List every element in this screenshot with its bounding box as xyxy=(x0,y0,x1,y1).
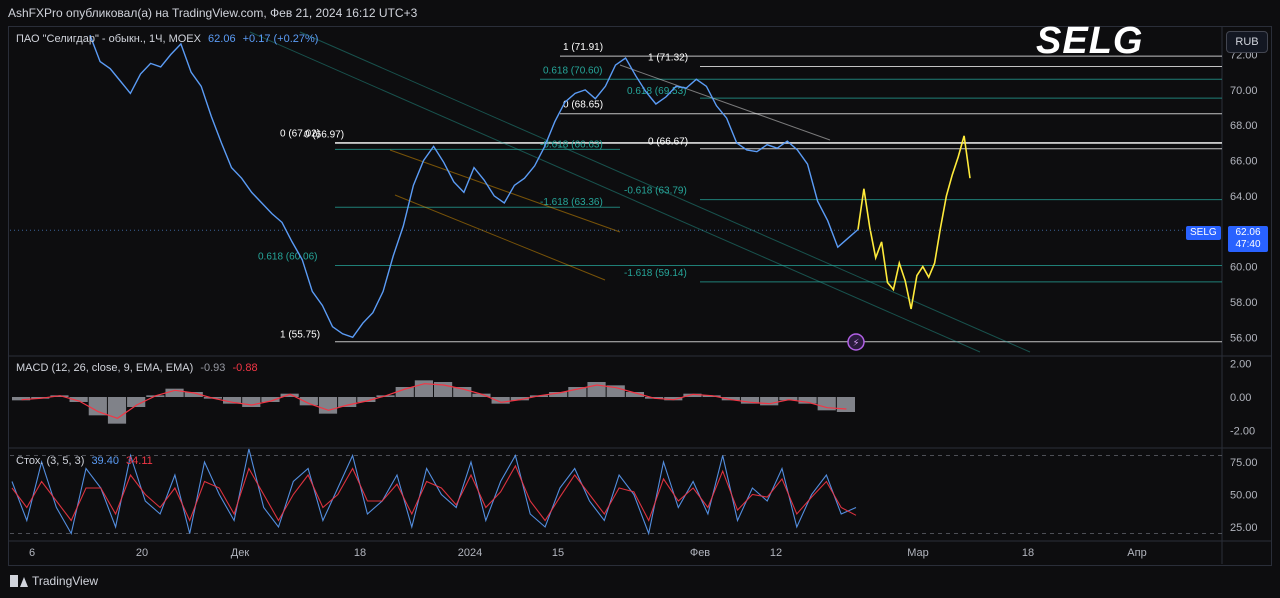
macd-histogram-bar xyxy=(107,397,127,424)
projection-line-series xyxy=(857,135,971,310)
time-axis-tick: 20 xyxy=(136,547,148,559)
last-price-tag: 62.06 47:40 xyxy=(1228,226,1268,252)
macd-legend[interactable]: MACD (12, 26, close, 9, EMA, EMA) -0.93 … xyxy=(16,362,262,374)
fib-level-label: 0.618 (69.53) xyxy=(627,86,687,97)
price-axis-tick: 58.00 xyxy=(1230,297,1258,309)
time-axis-tick: 12 xyxy=(770,547,782,559)
time-axis-tick: 6 xyxy=(29,547,35,559)
stoch-axis-tick: 25.00 xyxy=(1230,522,1258,534)
fib-level-label: 0 (68.65) xyxy=(563,100,603,111)
macd-histogram-bar xyxy=(587,382,606,397)
currency-button[interactable]: RUB xyxy=(1226,31,1268,53)
macd-axis-tick: 0.00 xyxy=(1230,392,1251,404)
macd-value: -0.93 xyxy=(200,362,226,374)
fib-level-label: 0 (66.67) xyxy=(648,137,688,148)
price-tag-countdown: 47:40 xyxy=(1235,239,1261,250)
time-axis-tick: 18 xyxy=(1022,547,1034,559)
stoch-d-line xyxy=(11,464,857,522)
macd-histogram-bar xyxy=(88,397,107,416)
chart-canvas[interactable]: 72.0070.0068.0066.0064.0062.0060.0058.00… xyxy=(0,0,1280,598)
fib-level-label: 0.618 (70.60) xyxy=(543,65,603,76)
price-axis-tick: 56.00 xyxy=(1230,332,1258,344)
stoch-axis-tick: 75.00 xyxy=(1230,457,1258,469)
footer-brand-label: TradingView xyxy=(32,574,99,588)
time-axis-tick: 2024 xyxy=(458,547,482,559)
time-axis-tick: 15 xyxy=(552,547,564,559)
time-axis-tick: Мар xyxy=(907,547,929,559)
macd-axis-tick: -2.00 xyxy=(1230,425,1255,437)
fib-level-label: -1.618 (59.14) xyxy=(624,268,687,279)
macd-histogram-bar xyxy=(414,380,433,397)
symbol-legend[interactable]: ПАО "Селигдар" - обыкн., 1Ч, MOEX 62.06 … xyxy=(16,33,322,45)
lightning-glyph: ⚡ xyxy=(852,338,859,349)
fib-level-label: 1 (71.32) xyxy=(648,53,688,64)
ticker-watermark: SELG xyxy=(1036,20,1144,62)
time-axis-tick: Дек xyxy=(231,547,250,559)
channel-line xyxy=(299,31,1031,353)
price-line-series xyxy=(89,34,859,339)
symbol-change: +0.17 (+0.27%) xyxy=(242,33,319,45)
tradingview-logo-icon xyxy=(10,575,28,587)
fib-level-label: 1 (55.75) xyxy=(280,330,320,341)
symbol-last-price: 62.06 xyxy=(208,33,236,45)
channel-line xyxy=(389,149,621,233)
time-axis-tick: Фев xyxy=(690,547,710,559)
price-axis-tick: 68.00 xyxy=(1230,120,1258,132)
time-axis-tick: 18 xyxy=(354,547,366,559)
fib-level-label: 1 (71.91) xyxy=(563,42,603,53)
fib-level-label: 0 (66.97) xyxy=(304,129,344,140)
macd-signal-value: -0.88 xyxy=(232,362,258,374)
price-axis-tick: 70.00 xyxy=(1230,85,1258,97)
fib-level-label: 0.618 (60.06) xyxy=(258,252,318,263)
macd-histogram-bar xyxy=(836,397,855,412)
symbol-title: ПАО "Селигдар" - обыкн., 1Ч, MOEX xyxy=(16,33,201,45)
channel-line xyxy=(249,31,981,353)
price-axis-tick: 64.00 xyxy=(1230,191,1258,203)
footer-brand[interactable]: TradingView xyxy=(10,574,98,588)
channel-line xyxy=(619,64,831,141)
stoch-legend[interactable]: Стох. (3, 5, 3) 39.40 34.11 xyxy=(16,455,157,467)
macd-histogram-bar xyxy=(318,397,338,414)
ticker-tag: SELG xyxy=(1186,226,1221,240)
price-tag-value: 62.06 xyxy=(1235,227,1261,238)
stoch-d-value: 34.11 xyxy=(126,455,153,467)
stoch-k-value: 39.40 xyxy=(91,455,119,467)
time-axis-tick: Апр xyxy=(1127,547,1146,559)
price-axis-tick: 66.00 xyxy=(1230,156,1258,168)
macd-axis-tick: 2.00 xyxy=(1230,359,1251,371)
stoch-axis-tick: 50.00 xyxy=(1230,490,1258,502)
price-axis-tick: 60.00 xyxy=(1230,262,1258,274)
stoch-title: Стох. (3, 5, 3) xyxy=(16,455,85,467)
macd-title: MACD (12, 26, close, 9, EMA, EMA) xyxy=(16,362,194,374)
